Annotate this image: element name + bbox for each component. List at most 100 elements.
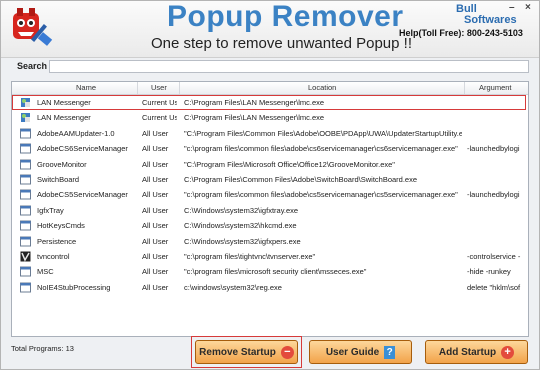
table-row[interactable]: tvncontrol All User "c:\program files\tigh… [12,249,526,264]
column-header-argument[interactable]: Argument [479,83,512,92]
total-programs: Total Programs: 13 [11,344,74,353]
cell-user: Current Us [142,113,177,123]
cell-user: All User [142,128,169,138]
brand-name-bottom: Softwares [464,14,517,26]
app-title: Popup Remover [167,0,404,33]
cell-location: c:\windows\system32\reg.exe [184,282,282,292]
cell-user: All User [142,236,169,246]
cell-location: "c:\program files\common files\adobe\cs5… [184,190,458,200]
search-label: Search [17,61,48,71]
program-icon [20,205,31,216]
table-row[interactable]: SwitchBoard All User C:\Program Files\Comm… [12,172,526,187]
cell-name: MSC [37,267,54,277]
cell-user: All User [142,159,169,169]
add-startup-label: Add Startup [438,346,497,358]
cell-location: C:\Windows\system32\igfxtray.exe [184,205,299,215]
program-icon [20,143,31,154]
column-header-location[interactable]: Location [308,83,336,92]
program-icon [20,266,31,277]
app-tagline: One step to remove unwanted Popup !! [151,35,412,52]
cell-argument: -hide -runkey [467,267,511,277]
user-guide-label: User Guide [325,346,380,358]
cell-location: "c:\program files\tightvnc\tvnserver.exe… [184,252,316,261]
cell-argument: delete "hklm\sof [467,282,521,292]
column-divider[interactable] [137,82,138,94]
help-book-icon: ? [384,345,396,359]
table-row[interactable]: MSC All User "c:\program files\microsoft s… [12,264,526,279]
plus-icon: + [501,345,515,359]
program-icon [20,220,31,231]
close-button[interactable]: × [525,2,531,13]
cell-name: AdobeCS5ServiceManager [37,190,128,200]
cell-location: C:\Program Files\Common Files\Adobe\Swit… [184,175,418,184]
table-row[interactable]: AdobeCS6ServiceManager All User "c:\progra… [12,141,526,156]
cell-user: All User [142,144,169,154]
table-row[interactable]: NoIE4StubProcessing All User c:\windows\sy… [12,280,526,295]
cell-user: All User [142,205,169,215]
cell-argument: -launchedbylogi [467,190,520,200]
cell-name: LAN Messenger [37,113,91,123]
cell-user: All User [142,190,169,200]
program-icon [20,189,31,200]
minus-icon: − [280,345,294,359]
table-row[interactable]: LAN Messenger Current Us C:\Program Files\… [12,95,526,110]
table-row[interactable]: GrooveMonitor All User "C:\Program Files\M… [12,157,526,172]
table-row[interactable]: LAN Messenger Current Us C:\Program Files\… [12,110,526,125]
cell-name: tvncontrol [37,252,70,261]
cell-user: Current Us [142,98,177,107]
cell-user: All User [142,267,169,277]
table-header: Name User Location Argument [12,82,528,95]
column-header-user[interactable]: User [151,83,167,92]
cell-name: Persistence [37,236,77,246]
cell-name: LAN Messenger [37,98,91,107]
program-icon [20,282,31,293]
startup-programs-table: Name User Location Argument LAN Messenge… [11,81,529,337]
tightvnc-icon [20,251,31,262]
program-icon [20,236,31,247]
cell-location: C:\Program Files\LAN Messenger\lmc.exe [184,98,325,107]
search-bar: Search [11,60,529,74]
cell-name: AdobeCS6ServiceManager [37,144,128,154]
lan-messenger-icon [21,98,30,107]
table-row[interactable]: IgfxTray All User C:\Windows\system32\igfx… [12,203,526,218]
program-icon [20,128,31,139]
table-row[interactable]: AdobeAAMUpdater-1.0 All User "C:\Program F… [12,126,526,141]
app-logo-icon [13,8,53,46]
user-guide-button[interactable]: User Guide ? [309,340,412,364]
add-startup-button[interactable]: Add Startup + [425,340,528,364]
column-divider[interactable] [464,82,465,94]
cell-location: "C:\Program Files\Microsoft Office\Offic… [184,159,395,169]
cell-location: C:\Program Files\LAN Messenger\lmc.exe [184,113,325,123]
search-input[interactable] [49,60,529,73]
remove-startup-label: Remove Startup [199,346,276,358]
cell-user: All User [142,221,169,231]
cell-name: NoIE4StubProcessing [37,282,111,292]
cell-name: HotKeysCmds [37,221,85,231]
cell-user: All User [142,175,169,184]
cell-name: AdobeAAMUpdater-1.0 [37,128,115,138]
cell-location: "c:\program files\common files\adobe\cs6… [184,144,458,154]
column-divider[interactable] [179,82,180,94]
minimize-button[interactable]: – [509,2,515,13]
cell-name: IgfxTray [37,205,64,215]
program-icon [20,159,31,170]
cell-user: All User [142,252,169,261]
cell-user: All User [142,282,169,292]
cell-location: C:\Windows\system32\hkcmd.exe [184,221,297,231]
lan-messenger-icon [21,113,30,123]
cell-name: GrooveMonitor [37,159,87,169]
cell-argument: -launchedbylogi [467,144,520,154]
cell-location: "C:\Program Files\Common Files\Adobe\OOB… [184,128,462,138]
cell-location: "c:\program files\microsoft security cli… [184,267,367,277]
header: Popup Remover One step to remove unwante… [1,1,539,58]
table-row[interactable]: AdobeCS5ServiceManager All User "c:\progra… [12,187,526,202]
help-phone: Help(Toll Free): 800-243-5103 [399,28,523,38]
remove-startup-button[interactable]: Remove Startup − [195,340,298,364]
cell-location: C:\Windows\system32\igfxpers.exe [184,236,301,246]
table-row[interactable]: Persistence All User C:\Windows\system32\i… [12,234,526,249]
table-row[interactable]: HotKeysCmds All User C:\Windows\system32\h… [12,218,526,233]
cell-argument: -controlservice - [467,252,521,261]
cell-name: SwitchBoard [37,175,80,184]
app-window: Popup Remover One step to remove unwante… [0,0,540,370]
column-header-name[interactable]: Name [76,83,96,92]
